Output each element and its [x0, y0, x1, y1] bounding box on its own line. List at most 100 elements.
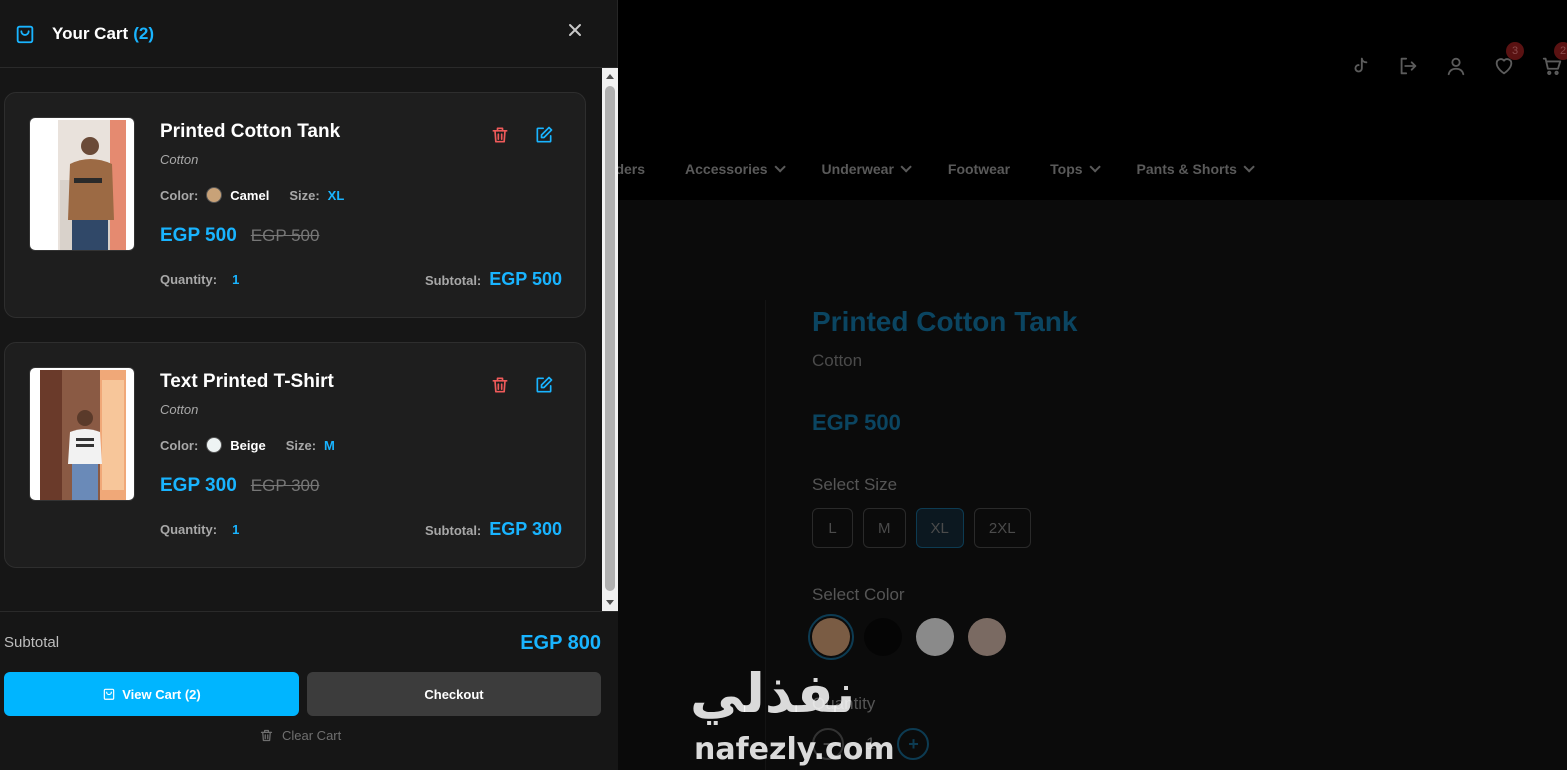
close-button[interactable]: [563, 18, 587, 42]
subtotal-label: Subtotal:: [424, 523, 482, 538]
scroll-down-arrow[interactable]: [606, 600, 614, 605]
item-name: Printed Cotton Tank: [160, 121, 341, 142]
quantity-label: Quantity:: [160, 272, 218, 287]
color-value: Camel: [230, 187, 270, 203]
heart-icon[interactable]: 3: [1480, 42, 1528, 84]
cart-item: Printed Cotton Tank Cotton Color: Camel …: [4, 92, 586, 318]
product-thumbnail[interactable]: [29, 367, 135, 501]
size-options: L M XL 2XL: [812, 508, 1031, 548]
product-thumbnail[interactable]: [29, 117, 135, 251]
nav-item-pants-shorts[interactable]: Pants & Shorts: [1137, 161, 1255, 177]
color-swatch[interactable]: [864, 618, 902, 656]
delete-item-button[interactable]: [488, 373, 512, 397]
product-title: Printed Cotton Tank: [812, 306, 1078, 337]
item-name: Text Printed T-Shirt: [160, 371, 334, 392]
logout-icon[interactable]: [1384, 48, 1432, 84]
wishlist-badge: 3: [1506, 42, 1524, 60]
quantity-value: 1: [232, 522, 240, 537]
clear-cart-label: Clear Cart: [282, 728, 342, 743]
increase-button[interactable]: +: [897, 728, 930, 760]
size-option-l[interactable]: L: [812, 508, 853, 548]
cart-icon[interactable]: 2: [1528, 42, 1567, 84]
item-old-price: EGP 500: [250, 226, 320, 245]
chevron-down-icon: [900, 161, 912, 173]
color-label: Color:: [160, 437, 199, 453]
item-price: EGP 300: [160, 475, 237, 496]
cart-footer: Subtotal EGP 800 View Cart (2) Checkout …: [0, 611, 618, 770]
watermark-arabic: نفذلي: [690, 662, 856, 725]
size-option-m[interactable]: M: [863, 508, 906, 548]
color-swatch[interactable]: [808, 614, 854, 660]
select-size-heading: Select Size: [812, 475, 898, 494]
color-swatch[interactable]: [916, 618, 954, 656]
cart-title: Your Cart: [52, 23, 129, 43]
item-quantity: Quantity: 1: [160, 522, 239, 537]
tiktok-icon[interactable]: [1336, 48, 1384, 84]
size-value: M: [324, 437, 335, 453]
cart-subtotal-label: Subtotal: [4, 634, 60, 651]
size-label: Size:: [289, 187, 320, 203]
edit-item-button[interactable]: [532, 123, 556, 147]
quantity-value: 1: [232, 272, 240, 287]
item-subtotal: Subtotal: EGP 300: [425, 519, 562, 540]
chevron-down-icon: [1243, 161, 1255, 173]
select-color-heading: Select Color: [812, 585, 905, 604]
cart-count: (2): [133, 23, 154, 43]
subtotal-label: Subtotal:: [424, 273, 482, 288]
edit-icon: [536, 126, 553, 143]
item-material: Cotton: [160, 152, 199, 167]
size-option-xl[interactable]: XL: [915, 508, 964, 548]
cart-badge: 2: [1554, 42, 1567, 60]
watermark-latin: nafezly.com: [694, 732, 895, 767]
watermark-logo: نفذلي nafezly.com: [686, 662, 895, 770]
item-subtotal: Subtotal: EGP 500: [425, 269, 562, 290]
color-swatch: [206, 437, 223, 453]
edit-item-button[interactable]: [532, 373, 556, 397]
nav-item-footwear[interactable]: Footwear: [948, 161, 1010, 177]
shopping-bag-icon: [103, 688, 115, 700]
color-options: [808, 614, 1006, 660]
color-swatch[interactable]: [968, 618, 1006, 656]
item-prices: EGP 500 EGP 500: [160, 225, 319, 247]
size-label: Size:: [285, 437, 317, 453]
view-cart-label: View Cart (2): [122, 686, 201, 702]
main-nav: rders Accessories Underwear Footwear Top…: [610, 158, 1291, 180]
chevron-down-icon: [774, 161, 786, 173]
size-option-2xl[interactable]: 2XL: [973, 508, 1031, 548]
product-subtitle: Cotton: [812, 351, 863, 370]
cart-items-list: Printed Cotton Tank Cotton Color: Camel …: [0, 68, 618, 611]
color-value: Beige: [230, 437, 266, 453]
color-swatch: [206, 187, 223, 203]
product-image: [40, 120, 126, 250]
scrollbar-thumb[interactable]: [605, 86, 615, 591]
nav-item-underwear[interactable]: Underwear: [822, 161, 912, 177]
scroll-up-arrow[interactable]: [606, 74, 614, 79]
nav-item-accessories[interactable]: Accessories: [685, 161, 786, 177]
delete-item-button[interactable]: [488, 123, 512, 147]
view-cart-button[interactable]: View Cart (2): [4, 672, 299, 716]
item-old-price: EGP 300: [250, 476, 320, 495]
product-image: [40, 370, 126, 500]
cart-drawer: Your Cart (2) Printed Cotton Tank Cotton…: [0, 0, 618, 770]
chevron-down-icon: [1089, 161, 1101, 173]
header-icons: 3 2: [1336, 42, 1567, 84]
cart-header: Your Cart (2): [0, 0, 617, 68]
checkout-button[interactable]: Checkout: [307, 672, 601, 716]
item-material: Cotton: [160, 402, 199, 417]
shopping-bag-icon: [14, 23, 36, 45]
item-quantity: Quantity: 1: [160, 272, 239, 287]
nav-item-tops[interactable]: Tops: [1050, 161, 1101, 177]
subtotal-value: EGP 500: [489, 269, 562, 289]
trash-icon: [260, 729, 273, 742]
clear-cart-button[interactable]: Clear Cart: [259, 728, 341, 743]
item-attributes: Color: Camel Size: XL: [160, 187, 344, 203]
scrollbar[interactable]: [602, 68, 618, 611]
product-price: EGP 500: [812, 410, 901, 435]
trash-icon: [492, 377, 508, 393]
user-icon[interactable]: [1432, 48, 1480, 84]
quantity-label: Quantity:: [160, 522, 218, 537]
size-value: XL: [327, 187, 345, 203]
close-icon: [569, 24, 581, 36]
edit-icon: [536, 376, 553, 393]
item-attributes: Color: Beige Size: M: [160, 437, 335, 453]
